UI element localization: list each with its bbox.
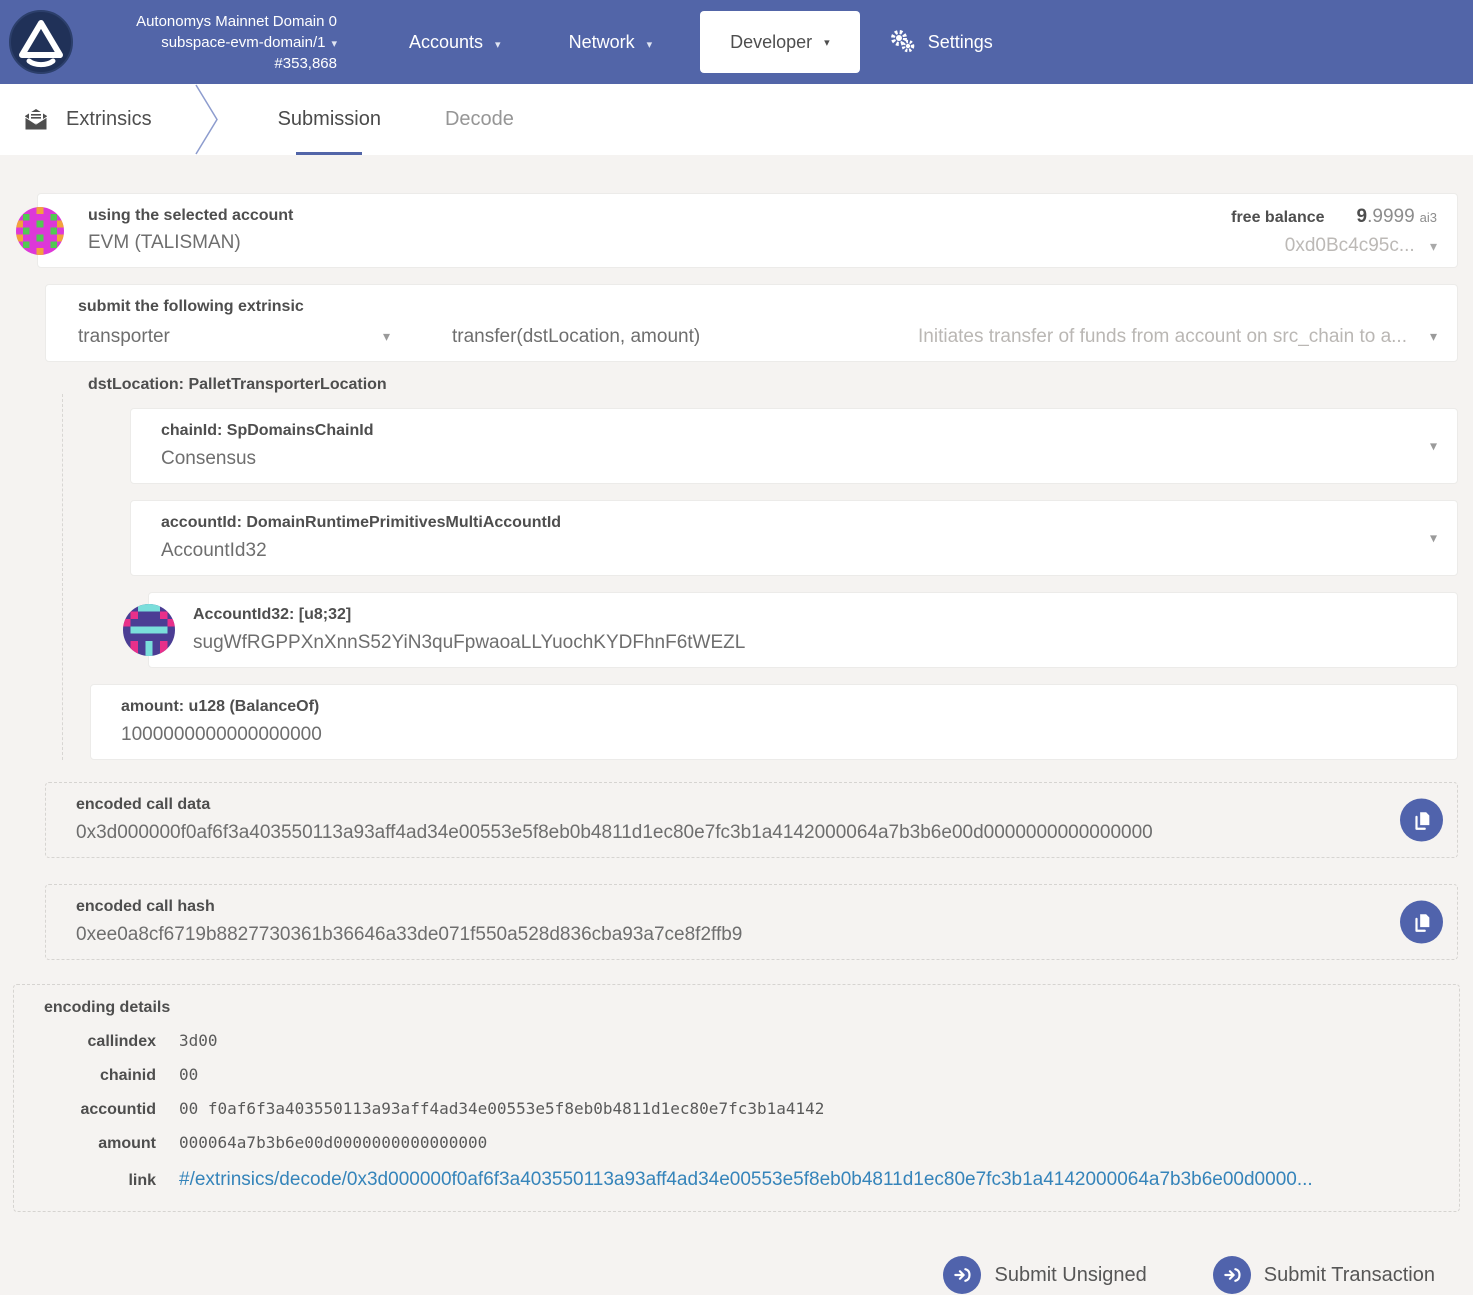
submit-unsigned-label: Submit Unsigned [994,1263,1147,1286]
method-value: transfer(dstLocation, amount) [452,326,701,347]
encoded-call-data-label: encoded call data [76,796,211,813]
amount-value[interactable]: 1000000000000000000 [121,724,1427,746]
page-title-label: Extrinsics [66,108,152,130]
balance-int: 9 [1356,206,1368,227]
detail-row-accountid: accountid 00 f0af6f3a403550113a93aff4ad3… [44,1099,1429,1119]
main-nav: Accounts ▾ Network ▾ Developer ▾ Settings [409,11,993,73]
app-header: Autonomys Mainnet Domain 0 subspace-evm-… [0,0,1473,84]
submit-unsigned-button[interactable]: Submit Unsigned [943,1256,1147,1294]
account-address-dropdown[interactable]: 0xd0Bc4c95c... ▾ [1231,235,1437,257]
chain-selector[interactable]: subspace-evm-domain/1 ▾ [85,32,337,53]
chain-id-dropdown[interactable]: chainId: SpDomainsChainId Consensus ▾ [130,408,1458,484]
nav-accounts[interactable]: Accounts ▾ [409,32,501,53]
encoding-details-label: encoding details [44,999,171,1016]
encoded-call-hash-card: encoded call hash 0xee0a8cf6719b88277303… [45,884,1458,960]
chevron-down-icon: ▾ [824,36,830,49]
method-description: Initiates transfer of funds from account… [918,326,1407,347]
page-title: Extrinsics [22,84,152,155]
extrinsic-label: submit the following extrinsic [78,298,304,315]
detail-value: 000064a7b3b6e00d0000000000000000 [179,1133,488,1152]
detail-value: 00 [179,1065,199,1084]
nav-network[interactable]: Network ▾ [569,32,653,53]
account-identicon [16,206,64,255]
actions-bar: Submit Unsigned Submit Transaction [0,1256,1435,1294]
main-content: using the selected account EVM (TALISMAN… [0,155,1473,1294]
accountid32-identicon [123,604,175,656]
detail-key: amount [98,1135,156,1152]
chevron-down-icon: ▾ [1429,328,1437,344]
sign-in-icon [943,1256,982,1294]
tabs: Submission Decode [278,84,514,155]
autonomys-logo[interactable] [9,10,73,74]
amount-label: amount: u128 (BalanceOf) [121,698,320,715]
network-title-block: Autonomys Mainnet Domain 0 subspace-evm-… [85,11,337,74]
tab-bar: Extrinsics Submission Decode [0,84,1473,155]
encoded-call-data-value: 0x3d000000f0af6f3a403550113a93aff4ad34e0… [76,822,1153,843]
block-number: #353,868 [274,54,337,72]
encoded-call-data-card: encoded call data 0x3d000000f0af6f3a4035… [45,782,1458,858]
submit-transaction-button[interactable]: Submit Transaction [1212,1256,1435,1294]
detail-row-callindex: callindex 3d00 [44,1031,1429,1051]
nav-settings[interactable]: Settings [888,29,993,55]
detail-key: link [128,1172,156,1189]
params-section: dstLocation: PalletTransporterLocation c… [45,376,1458,760]
section-value: transporter [78,326,170,347]
chevron-separator [194,84,218,155]
account-id32-input[interactable]: AccountId32: [u8;32] sugWfRGPPXnXnnS52Yi… [123,592,1458,668]
account-id-dropdown[interactable]: accountId: DomainRuntimePrimitivesMultiA… [130,500,1458,576]
chain-id-label: chainId: SpDomainsChainId [161,422,374,439]
chevron-down-icon: ▾ [1429,529,1437,546]
chevron-down-icon: ▾ [495,38,501,51]
detail-row-amount: amount 000064a7b3b6e00d0000000000000000 [44,1133,1429,1153]
method-dropdown[interactable]: transfer(dstLocation, amount) Initiates … [452,326,1437,348]
encoded-call-hash-value: 0xee0a8cf6719b8827730361b36646a33de071f5… [76,924,743,945]
encoded-call-hash-label: encoded call hash [76,898,215,915]
account-selector-card: using the selected account EVM (TALISMAN… [16,193,1458,268]
free-balance-label: free balance [1231,209,1325,226]
tab-decode[interactable]: Decode [445,84,514,155]
detail-key: accountid [80,1101,156,1118]
params-children: chainId: SpDomainsChainId Consensus ▾ ac… [62,394,1458,760]
detail-value: 3d00 [179,1031,218,1050]
detail-row-chainid: chainid 00 [44,1065,1429,1085]
amount-input[interactable]: amount: u128 (BalanceOf) 100000000000000… [90,684,1458,760]
account-id32-label: AccountId32: [u8;32] [193,606,352,623]
chevron-down-icon: ▾ [331,37,337,50]
account-id-label: accountId: DomainRuntimePrimitivesMultiA… [161,514,562,531]
network-name: Autonomys Mainnet Domain 0 [136,12,337,30]
balance-frac: .9999 [1367,206,1415,227]
copy-icon [1414,913,1429,932]
copy-call-data-button[interactable] [1400,798,1443,842]
copy-call-hash-button[interactable] [1400,900,1443,944]
account-address: 0xd0Bc4c95c... [1284,235,1415,256]
extrinsic-card: submit the following extrinsic transport… [45,284,1458,362]
tab-submission[interactable]: Submission [278,84,381,155]
sign-in-icon [1212,1256,1251,1294]
balance-unit: ai3 [1419,210,1437,225]
nav-developer[interactable]: Developer ▾ [700,11,860,73]
section-dropdown[interactable]: transporter ▾ [78,326,390,348]
chevron-down-icon: ▾ [1429,238,1437,254]
detail-key: chainid [99,1067,156,1084]
account-id-value: AccountId32 [161,540,267,561]
decode-link[interactable]: #/extrinsics/decode/0x3d000000f0af6f3a40… [179,1169,1313,1191]
chain-id-value: Consensus [161,448,257,469]
chevron-down-icon: ▾ [646,38,653,51]
chevron-down-icon: ▾ [1429,437,1437,454]
account-balance-block: free balance 9 .9999 ai3 0xd0Bc4c95c... … [1231,206,1437,257]
submit-transaction-label: Submit Transaction [1263,1263,1435,1286]
detail-value: 00 f0af6f3a403550113a93aff4ad34e00553e5f… [179,1099,825,1118]
copy-icon [1414,811,1429,830]
encoding-details-card: encoding details callindex 3d00 chainid … [13,984,1460,1212]
chevron-down-icon: ▾ [382,328,390,344]
account-id32-value[interactable]: sugWfRGPPXnXnnS52YiN3quFpwaoaLLYuochKYDF… [193,632,1427,654]
detail-key: callindex [87,1033,156,1050]
gear-icon [890,30,915,53]
detail-row-link: link #/extrinsics/decode/0x3d000000f0af6… [44,1169,1429,1191]
mail-icon [24,108,48,130]
dst-location-label: dstLocation: PalletTransporterLocation [88,376,387,393]
